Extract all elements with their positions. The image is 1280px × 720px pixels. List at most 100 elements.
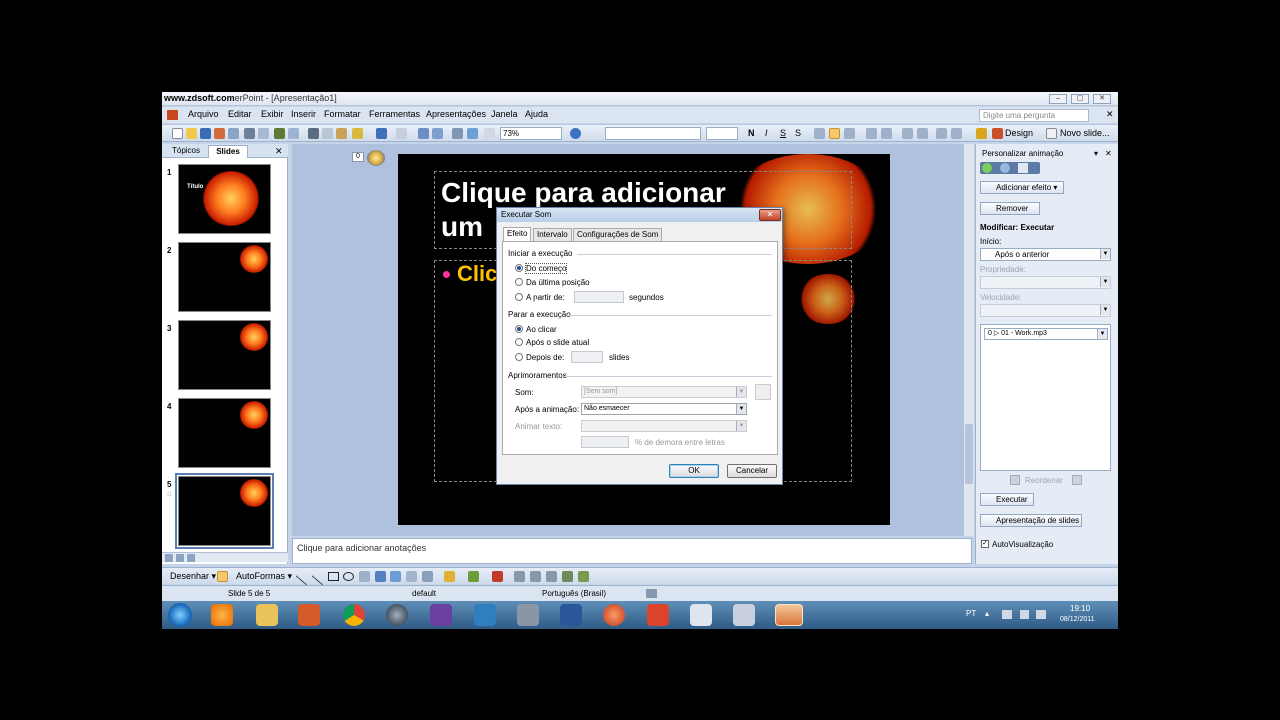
bullets-icon[interactable] (881, 128, 892, 139)
slideshow-button[interactable]: Apresentação de slides (980, 514, 1082, 527)
increase-indent-icon[interactable] (951, 128, 962, 139)
align-left-icon[interactable] (814, 128, 825, 139)
menu-janela[interactable]: Janela (491, 109, 518, 119)
font-color-draw-icon[interactable] (492, 571, 503, 582)
new-slide-icon[interactable] (1046, 128, 1057, 139)
paste-icon[interactable] (336, 128, 347, 139)
spelling-icon[interactable] (274, 128, 285, 139)
notes-pane[interactable]: Clique para adicionar anotações (292, 538, 972, 564)
flag-icon[interactable] (1002, 610, 1012, 619)
word-icon[interactable] (560, 604, 582, 626)
start-select[interactable]: Após o anterior ▼ (980, 248, 1111, 261)
new-slide-button[interactable]: Novo slide... (1060, 128, 1110, 138)
save-icon[interactable] (200, 128, 211, 139)
language-indicator[interactable]: PT (966, 609, 976, 618)
volume-icon[interactable] (755, 384, 771, 400)
font-size-select[interactable] (706, 127, 738, 140)
line-style-icon[interactable] (514, 571, 525, 582)
slideshow-view-icon[interactable] (187, 554, 195, 562)
slide-thumbnail-2[interactable] (178, 242, 271, 312)
property-select[interactable]: ▼ (980, 276, 1111, 289)
home-icon[interactable] (1018, 163, 1028, 173)
radio-do-comeco-label[interactable]: Do começo (524, 263, 568, 274)
font-name-select[interactable] (605, 127, 701, 140)
radio-apos-slide-atual-label[interactable]: Após o slide atual (526, 338, 589, 347)
radio-ultima-posicao[interactable] (515, 278, 523, 286)
permission-icon[interactable] (214, 128, 225, 139)
research-icon[interactable] (288, 128, 299, 139)
bold-button[interactable]: N (748, 128, 755, 138)
redo-icon[interactable] (396, 128, 407, 139)
grid-icon[interactable] (452, 128, 463, 139)
sound-select[interactable]: [Sem som] ▼ (581, 386, 747, 398)
video-icon[interactable] (690, 604, 712, 626)
close-window-button[interactable]: ✕ (1093, 94, 1111, 104)
after-animation-select[interactable]: Não esmaecer ▼ (581, 403, 747, 415)
tray-arrow-icon[interactable]: ▴ (985, 609, 989, 618)
tab-intervalo[interactable]: Intervalo (533, 228, 572, 242)
start-seconds-spinner[interactable] (574, 291, 624, 303)
close-document-button[interactable]: ✕ (1106, 109, 1114, 120)
radio-ultima-posicao-label[interactable]: Da última posição (526, 278, 590, 287)
animate-text-select[interactable]: ▼ (581, 420, 747, 432)
chrome-icon[interactable] (343, 604, 365, 626)
scroll-thumb[interactable] (965, 424, 973, 484)
radio-do-comeco[interactable] (515, 264, 523, 272)
menu-apresentacoes[interactable]: Apresentações (426, 109, 486, 119)
increase-font-icon[interactable] (902, 128, 913, 139)
app-icon-3[interactable] (298, 604, 320, 626)
underline-button[interactable]: S (780, 128, 786, 138)
app-icon-13[interactable] (733, 604, 755, 626)
radio-ao-clicar[interactable] (515, 325, 523, 333)
align-right-icon[interactable] (844, 128, 855, 139)
radio-a-partir-de[interactable] (515, 293, 523, 301)
decrease-indent-icon[interactable] (936, 128, 947, 139)
pane-dropdown-icon[interactable]: ▾ (1094, 149, 1098, 158)
help-search-input[interactable]: Digite uma pergunta (979, 109, 1089, 122)
shadow-icon[interactable] (562, 571, 573, 582)
pane-close-icon[interactable]: ✕ (275, 146, 283, 157)
radio-apos-slide-atual[interactable] (515, 338, 523, 346)
app-icon-7[interactable] (474, 604, 496, 626)
minimize-button[interactable]: – (1049, 94, 1067, 104)
slide-thumbnail-4[interactable] (178, 398, 271, 468)
clipart-icon[interactable] (406, 571, 417, 582)
oval-icon[interactable] (343, 572, 354, 581)
maximize-button[interactable]: ▢ (1071, 94, 1089, 104)
app-icon-11[interactable] (647, 604, 669, 626)
font-color-icon[interactable] (976, 128, 987, 139)
animation-list-item[interactable]: 0 ▷ 01 - Work.mp3 ▼ (984, 328, 1108, 340)
explorer-icon[interactable] (256, 604, 278, 626)
radio-depois-de[interactable] (515, 353, 523, 361)
zoom-select[interactable]: 73% (500, 127, 562, 140)
sorter-view-icon[interactable] (176, 554, 184, 562)
autoshapes-menu[interactable]: AutoFormas ▾ (236, 571, 292, 582)
3d-icon[interactable] (578, 571, 589, 582)
expand-all-icon[interactable] (484, 128, 495, 139)
shadow-button[interactable]: S (795, 128, 801, 138)
vertical-scrollbar[interactable] (964, 144, 974, 536)
format-painter-icon[interactable] (352, 128, 363, 139)
powerpoint-task-icon[interactable] (775, 604, 803, 626)
remove-button[interactable]: Remover (980, 202, 1040, 215)
slide-thumbnail-5[interactable] (175, 473, 274, 549)
numbering-icon[interactable] (866, 128, 877, 139)
back-icon[interactable] (982, 163, 992, 173)
email-icon[interactable] (228, 128, 239, 139)
menu-exibir[interactable]: Exibir (261, 109, 284, 119)
tab-efeito[interactable]: Efeito (503, 227, 532, 242)
clock-date[interactable]: 08/12/2011 (1060, 616, 1095, 623)
dash-style-icon[interactable] (530, 571, 541, 582)
help-icon[interactable] (570, 128, 581, 139)
stop-slides-spinner[interactable] (571, 351, 603, 363)
speed-select[interactable]: ▼ (980, 304, 1111, 317)
design-icon[interactable] (992, 128, 1003, 139)
move-up-icon[interactable] (1010, 475, 1020, 485)
menu-arquivo[interactable]: Arquivo (188, 109, 219, 119)
menu-ajuda[interactable]: Ajuda (525, 109, 548, 119)
menu-editar[interactable]: Editar (228, 109, 252, 119)
chart-icon[interactable] (418, 128, 429, 139)
sound-icon[interactable] (367, 150, 385, 166)
line-color-icon[interactable] (468, 571, 479, 582)
autopreview-checkbox[interactable]: ✓ (981, 540, 989, 548)
